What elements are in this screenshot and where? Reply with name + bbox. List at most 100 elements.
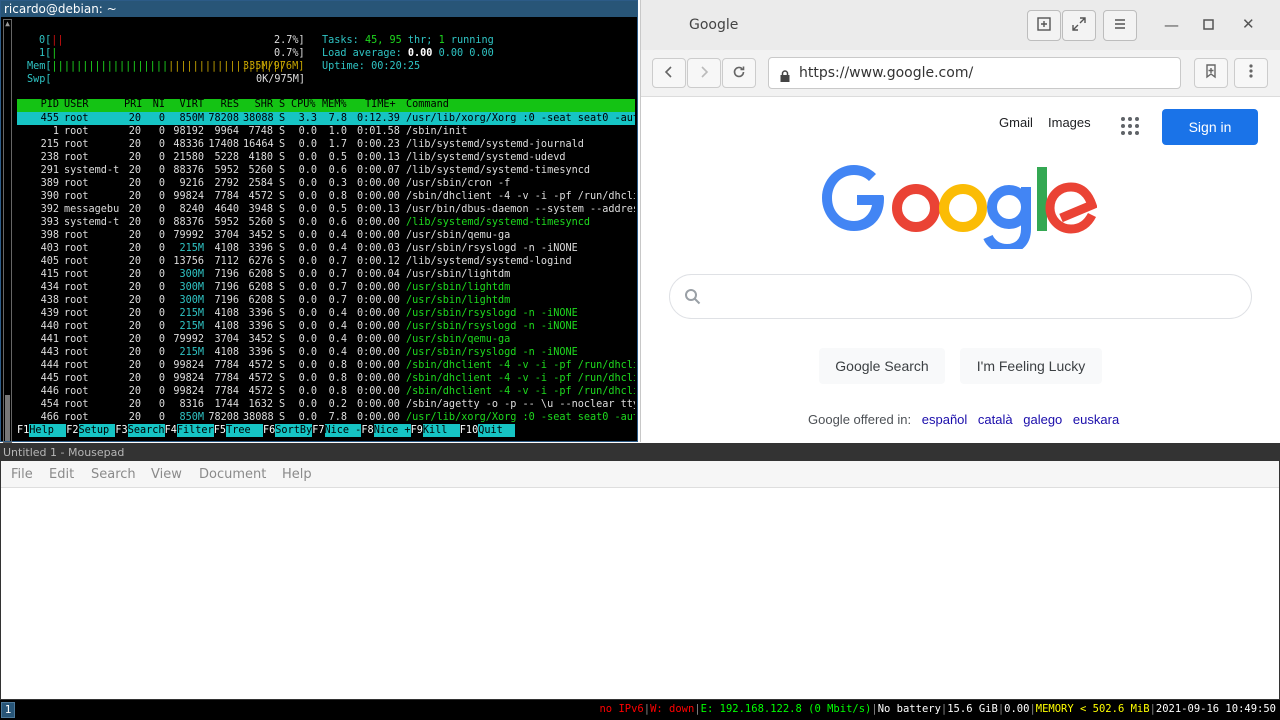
process-ni: 0: [158, 334, 165, 345]
feeling-lucky-button[interactable]: I'm Feeling Lucky: [960, 348, 1102, 384]
process-row[interactable]: 392 messagebu 20 0 8240 4640 3948 S 0.0 0.5 0:00.1…: [17, 203, 635, 216]
fkey-f1[interactable]: F1: [17, 424, 29, 437]
menu-view[interactable]: View: [151, 467, 182, 482]
forward-button[interactable]: [687, 58, 721, 88]
process-row[interactable]: 443 root 20 0 215M 4108 3396 S 0.0 0.4 0:00.00/usr…: [17, 346, 635, 359]
search-input[interactable]: [669, 274, 1252, 319]
col-state[interactable]: S: [279, 99, 285, 110]
browser-titlebar[interactable]: Google — ✕: [641, 0, 1280, 50]
col-virt[interactable]: VIRT: [169, 99, 204, 110]
process-row[interactable]: 466 root 20 0 850M 78208 38088 S 0.0 7.8 0:00.00/u…: [17, 411, 635, 424]
minimize-icon[interactable]: —: [1164, 16, 1179, 34]
language-link-galego[interactable]: galego: [1023, 412, 1062, 427]
process-row[interactable]: 403 root 20 0 215M 4108 3396 S 0.0 0.4 0:00.03/usr…: [17, 242, 635, 255]
fkey-f7[interactable]: F7: [312, 424, 324, 437]
scroll-up-icon[interactable]: ▲: [4, 19, 11, 28]
fkey-f6[interactable]: F6: [263, 424, 275, 437]
fkey-label[interactable]: Setup: [78, 424, 116, 437]
col-res[interactable]: RES: [206, 99, 239, 110]
language-link-catala[interactable]: català: [978, 412, 1013, 427]
fkey-f4[interactable]: F4: [165, 424, 177, 437]
fkey-label[interactable]: Filter: [176, 424, 214, 437]
workspace-button[interactable]: 1: [1, 702, 15, 718]
function-key-bar[interactable]: F1 Help F2 Setup F3 Search F4 Filter F5 Tree F6…: [17, 424, 635, 437]
process-row[interactable]: 446 root 20 0 99824 7784 4572 S 0.0 0.8 0:00.00/sb…: [17, 385, 635, 398]
menu-file[interactable]: File: [11, 467, 33, 482]
process-row[interactable]: 434 root 20 0 300M 7196 6208 S 0.0 0.7 0:00.00/usr…: [17, 281, 635, 294]
process-row[interactable]: 1 root 20 0 98192 9964 7748 S 0.0 1.0 0:01.58/sbin…: [17, 125, 635, 138]
language-link-euskara[interactable]: euskara: [1073, 412, 1119, 427]
fkey-f5[interactable]: F5: [214, 424, 226, 437]
process-row[interactable]: 439 root 20 0 215M 4108 3396 S 0.0 0.4 0:00.00/usr…: [17, 307, 635, 320]
terminal-window[interactable]: ricardo@debian: ~ ▲ 0[|| 2.7%] 1[| 0.7%]…: [0, 0, 638, 443]
new-tab-button[interactable]: [1027, 10, 1061, 41]
back-button[interactable]: [652, 58, 686, 88]
browser-menu-button[interactable]: [1103, 10, 1137, 41]
bookmark-button[interactable]: [1194, 58, 1228, 88]
fkey-label[interactable]: Quit: [478, 424, 516, 437]
fkey-label[interactable]: Tree: [226, 424, 263, 437]
editor-text-area[interactable]: [2, 488, 1278, 698]
fkey-label[interactable]: SortBy: [275, 424, 313, 437]
fkey-f9[interactable]: F9: [411, 424, 423, 437]
menu-edit[interactable]: Edit: [49, 467, 74, 482]
google-search-button[interactable]: Google Search: [819, 348, 945, 384]
col-ni[interactable]: NI: [151, 99, 165, 110]
fkey-label[interactable]: Nice +: [373, 424, 411, 437]
process-row[interactable]: 440 root 20 0 215M 4108 3396 S 0.0 0.4 0:00.00/usr…: [17, 320, 635, 333]
col-shr[interactable]: SHR: [243, 99, 273, 110]
fullscreen-button[interactable]: [1062, 10, 1096, 41]
images-link[interactable]: Images: [1048, 115, 1091, 130]
process-row[interactable]: 438 root 20 0 300M 7196 6208 S 0.0 0.7 0:00.00/usr…: [17, 294, 635, 307]
process-row[interactable]: 215 root 20 0 48336 17408 16464 S 0.0 1.7 0:00.23 /…: [17, 138, 635, 151]
fkey-f8[interactable]: F8: [361, 424, 373, 437]
col-cpu[interactable]: CPU%: [291, 99, 316, 110]
browser-window[interactable]: Google — ✕ https://www.google.com/ Gmail…: [640, 0, 1280, 442]
col-command[interactable]: Command: [406, 99, 635, 110]
col-mem[interactable]: MEM%: [322, 99, 347, 110]
process-row[interactable]: 455 root 20 0 850M 78208 38088 S 3.3 7.8 0:12.39/u…: [17, 112, 635, 125]
terminal-scrollbar[interactable]: ▲: [3, 19, 12, 443]
process-row[interactable]: 441 root 20 0 79992 3704 3452 S 0.0 0.4 0:00.00/us…: [17, 333, 635, 346]
menu-search[interactable]: Search: [91, 467, 136, 482]
mousepad-window[interactable]: Untitled 1 - Mousepad File Edit Search V…: [0, 443, 1280, 700]
col-pri[interactable]: PRI: [124, 99, 142, 110]
col-pid[interactable]: PID: [17, 99, 59, 110]
fkey-f2[interactable]: F2: [66, 424, 78, 437]
process-table-header[interactable]: PID USER PRI NI VIRT RES SHR S CPU% MEM%…: [17, 99, 635, 112]
fkey-f3[interactable]: F3: [115, 424, 127, 437]
scrollbar-thumb[interactable]: [5, 395, 10, 441]
fkey-label[interactable]: Nice -: [324, 424, 362, 437]
process-row[interactable]: 405 root 20 0 13756 7112 6276 S 0.0 0.7 0:00.12/li…: [17, 255, 635, 268]
language-link-espanol[interactable]: español: [922, 412, 968, 427]
page-menu-button[interactable]: [1234, 58, 1268, 88]
fkey-f10[interactable]: F10: [460, 424, 478, 437]
process-row[interactable]: 398 root 20 0 79992 3704 3452 S 0.0 0.4 0:00.00/us…: [17, 229, 635, 242]
fkey-label[interactable]: Help: [29, 424, 67, 437]
process-row[interactable]: 445 root 20 0 99824 7784 4572 S 0.0 0.8 0:00.00/sb…: [17, 372, 635, 385]
col-time[interactable]: TIME+: [365, 99, 396, 110]
process-row[interactable]: 415 root 20 0 300M 7196 6208 S 0.0 0.7 0:00.04/usr…: [17, 268, 635, 281]
process-row[interactable]: 393 systemd-t 20 0 88376 5952 5260 S 0.0 0.6 0:00.…: [17, 216, 635, 229]
url-bar[interactable]: https://www.google.com/: [768, 57, 1181, 89]
menu-document[interactable]: Document: [199, 467, 266, 482]
maximize-icon[interactable]: [1203, 16, 1214, 34]
htop-view[interactable]: ▲ 0[|| 2.7%] 1[| 0.7%] Mem[|||||||||||||…: [1, 17, 637, 443]
process-row[interactable]: 390 root 20 0 99824 7784 4572 S 0.0 0.8 0:00.00/sb…: [17, 190, 635, 203]
process-cpu: 0.0: [298, 230, 317, 241]
process-row[interactable]: 444 root 20 0 99824 7784 4572 S 0.0 0.8 0:00.00/sb…: [17, 359, 635, 372]
process-pid: 291: [40, 165, 59, 176]
fkey-label[interactable]: Search: [127, 424, 165, 437]
sign-in-button[interactable]: Sign in: [1162, 109, 1258, 145]
process-row[interactable]: 454 root 20 0 8316 1744 1632 S 0.0 0.2 0:00.00/sbi…: [17, 398, 635, 411]
process-row[interactable]: 389 root 20 0 9216 2792 2584 S 0.0 0.3 0:00.00/usr…: [17, 177, 635, 190]
close-icon[interactable]: ✕: [1242, 15, 1255, 33]
gmail-link[interactable]: Gmail: [999, 115, 1033, 130]
process-row[interactable]: 291 systemd-t 20 0 88376 5952 5260 S 0.0 0.6 0:00.…: [17, 164, 635, 177]
col-user[interactable]: USER: [64, 99, 89, 110]
menu-help[interactable]: Help: [282, 467, 312, 482]
fkey-label[interactable]: Kill: [422, 424, 460, 437]
process-row[interactable]: 238 root 20 0 21580 5228 4180 S 0.0 0.5 0:00.13/li…: [17, 151, 635, 164]
reload-button[interactable]: [722, 58, 756, 88]
apps-grid-icon[interactable]: [1121, 117, 1139, 135]
